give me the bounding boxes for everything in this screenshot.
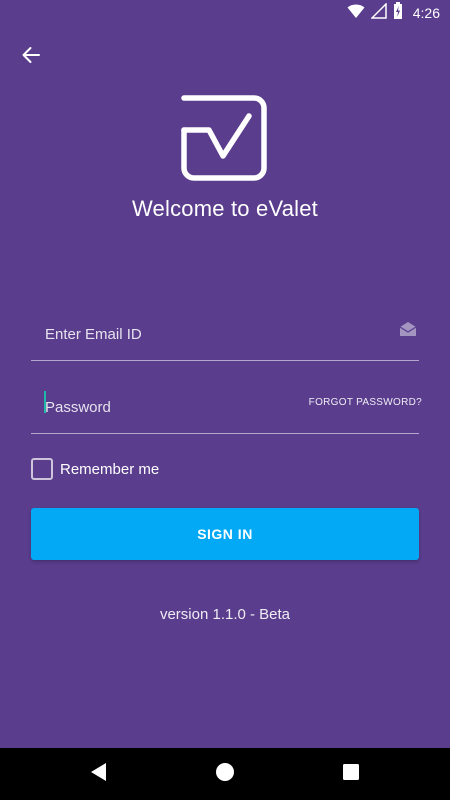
- envelope-icon: [399, 320, 417, 338]
- back-triangle-icon: [90, 762, 108, 787]
- battery-charging-icon: [393, 2, 403, 24]
- password-input[interactable]: [45, 393, 345, 421]
- recents-square-icon: [342, 763, 360, 786]
- sign-in-button[interactable]: SIGN IN: [31, 508, 419, 560]
- system-nav-bar: [0, 748, 450, 800]
- status-bar: 4:26: [0, 0, 450, 25]
- page-title: Welcome to eValet: [131, 196, 318, 221]
- nav-recents-button[interactable]: [338, 761, 364, 787]
- email-field-container: [31, 312, 419, 361]
- evalet-logo-icon: [181, 94, 269, 182]
- nav-home-button[interactable]: [212, 761, 238, 787]
- status-icons: 4:26: [347, 1, 440, 24]
- remember-me-label: Remember me: [60, 460, 160, 478]
- status-time: 4:26: [412, 5, 440, 21]
- back-button[interactable]: [14, 42, 48, 72]
- remember-me-toggle[interactable]: Remember me: [31, 455, 159, 483]
- signal-icon: [369, 1, 387, 24]
- version-label: version 1.1.0 - Beta: [159, 606, 291, 623]
- remember-me-checkbox[interactable]: [31, 458, 53, 480]
- forgot-password-link[interactable]: FORGOT PASSWORD?: [309, 397, 422, 408]
- nav-back-button[interactable]: [86, 761, 112, 787]
- wifi-icon: [347, 3, 365, 24]
- arrow-left-icon: [21, 46, 41, 69]
- email-input[interactable]: [45, 320, 345, 348]
- home-circle-icon: [215, 762, 235, 787]
- password-field-container: FORGOT PASSWORD?: [31, 385, 422, 434]
- login-screen: 4:26 Welcome to eValet FORGOT P: [0, 0, 450, 800]
